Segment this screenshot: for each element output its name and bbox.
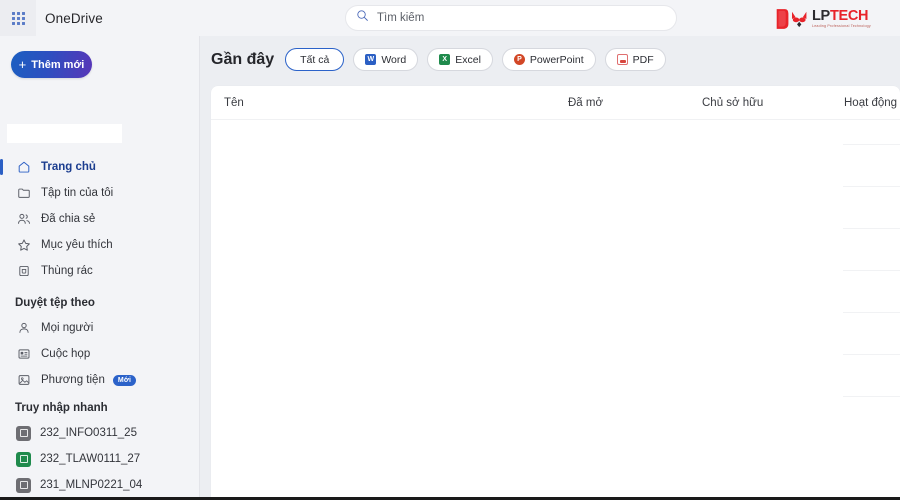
lptech-logo: LPTECH Leading Professional Technology	[774, 3, 892, 35]
app-launcher-button[interactable]	[0, 0, 36, 36]
quick-access-item-3[interactable]: 231_MLNP0221_04	[0, 472, 200, 497]
sidebar: + Thêm mới Trang chủ Tập tin của tôi Đã …	[0, 36, 200, 497]
filter-chip-excel-label: Excel	[455, 53, 481, 66]
star-icon	[16, 237, 32, 253]
sidebar-item-home[interactable]: Trang chủ	[0, 154, 200, 180]
sidebar-item-meetings[interactable]: Cuộc họp	[0, 341, 200, 367]
quick-access-item-2-label: 232_TLAW0111_27	[40, 453, 141, 465]
column-header-opened[interactable]: Đã mở	[568, 97, 603, 109]
sidebar-item-shared[interactable]: Đã chia sẻ	[0, 206, 200, 232]
filter-chip-powerpoint[interactable]: P PowerPoint	[501, 48, 596, 71]
add-new-button[interactable]: + Thêm mới	[11, 51, 92, 78]
filter-chip-all-label: Tất cả	[300, 53, 330, 66]
files-panel: Tên Đã mở Chủ sở hữu Hoạt động	[211, 86, 900, 497]
word-icon: W	[365, 54, 377, 65]
onedrive-window: OneDrive LPTECH	[0, 0, 900, 500]
row-divider	[843, 270, 900, 271]
file-rows-area	[211, 120, 900, 497]
filter-chip-excel[interactable]: X Excel	[427, 48, 493, 71]
column-header-name[interactable]: Tên	[224, 97, 244, 109]
site-icon	[16, 425, 31, 441]
brand-title[interactable]: OneDrive	[45, 11, 103, 26]
column-header-owner[interactable]: Chủ sở hữu	[702, 97, 763, 109]
row-divider	[843, 144, 900, 145]
sidebar-blank-box	[7, 124, 122, 143]
sidebar-item-favorites[interactable]: Mục yêu thích	[0, 232, 200, 258]
sidebar-item-people[interactable]: Mọi người	[0, 315, 200, 341]
main-content: Gần đây Tất cả W Word X Excel P PowerPoi…	[201, 36, 900, 497]
sidebar-item-people-label: Mọi người	[41, 322, 94, 334]
add-new-label: Thêm mới	[31, 58, 85, 71]
search-icon	[356, 9, 369, 27]
column-header-activity[interactable]: Hoạt động	[844, 97, 897, 109]
quick-access-item-3-label: 231_MLNP0221_04	[40, 479, 143, 491]
meeting-icon	[16, 346, 32, 362]
logo-tech: TECH	[829, 7, 869, 24]
people-icon	[16, 211, 32, 227]
trash-icon	[16, 263, 32, 279]
person-icon	[16, 320, 32, 336]
browse-section-title: Duyệt tệp theo	[15, 297, 95, 309]
plus-icon: +	[18, 57, 27, 72]
row-divider	[843, 396, 900, 397]
filter-bar: Gần đây Tất cả W Word X Excel P PowerPoi…	[211, 48, 666, 71]
grid-icon	[11, 11, 25, 25]
sidebar-item-favorites-label: Mục yêu thích	[41, 239, 113, 251]
row-divider	[843, 186, 900, 187]
filter-chip-pdf[interactable]: PDF	[604, 48, 666, 71]
site-icon	[16, 451, 31, 467]
filter-chip-pdf-label: PDF	[632, 53, 654, 66]
quick-access-item-1[interactable]: 232_INFO0311_25	[0, 420, 200, 446]
search-box[interactable]	[345, 5, 677, 31]
pdf-icon	[616, 54, 628, 65]
sidebar-item-meetings-label: Cuộc họp	[41, 348, 91, 360]
excel-icon: X	[439, 54, 451, 65]
sidebar-item-media-label: Phương tiện	[41, 374, 105, 386]
new-badge: Mới	[112, 374, 137, 386]
page-title: Gần đây	[211, 50, 275, 68]
folder-icon	[16, 185, 32, 201]
sidebar-item-my-files[interactable]: Tập tin của tôi	[0, 180, 200, 206]
logo-text: LPTECH Leading Professional Technology	[812, 9, 871, 29]
sidebar-nav: Trang chủ Tập tin của tôi Đã chia sẻ Mục…	[0, 154, 200, 393]
sidebar-item-shared-label: Đã chia sẻ	[41, 213, 96, 225]
table-header-row: Tên Đã mở Chủ sở hữu Hoạt động	[211, 86, 900, 120]
filter-chip-powerpoint-label: PowerPoint	[529, 53, 584, 66]
media-icon	[16, 372, 32, 388]
logo-lp: LP	[812, 7, 830, 24]
top-bar: OneDrive LPTECH	[0, 0, 900, 36]
row-divider	[843, 354, 900, 355]
row-divider	[843, 228, 900, 229]
quick-access-item-1-label: 232_INFO0311_25	[40, 427, 137, 439]
sidebar-item-recycle-bin[interactable]: Thùng rác	[0, 258, 200, 284]
site-icon	[16, 477, 31, 493]
quick-access-title: Truy nhập nhanh	[15, 402, 108, 414]
powerpoint-icon: P	[513, 54, 525, 65]
quick-access-section: Truy nhập nhanh 232_INFO0311_25 232_TLAW…	[0, 402, 200, 497]
logo-title: LPTECH	[812, 9, 871, 24]
filter-chip-all[interactable]: Tất cả	[285, 48, 345, 71]
filter-chip-word-label: Word	[381, 53, 407, 66]
sidebar-item-home-label: Trang chủ	[41, 161, 96, 173]
sidebar-item-my-files-label: Tập tin của tôi	[41, 187, 114, 199]
home-icon	[16, 159, 32, 175]
sidebar-item-media[interactable]: Phương tiện Mới	[0, 367, 200, 393]
quick-access-item-2[interactable]: 232_TLAW0111_27	[0, 446, 200, 472]
filter-chip-word[interactable]: W Word	[353, 48, 419, 71]
logo-tagline: Leading Professional Technology	[812, 24, 871, 29]
row-divider	[843, 312, 900, 313]
lptech-logo-mark	[776, 9, 807, 29]
sidebar-item-recycle-bin-label: Thùng rác	[41, 265, 93, 277]
search-input[interactable]	[377, 12, 657, 24]
